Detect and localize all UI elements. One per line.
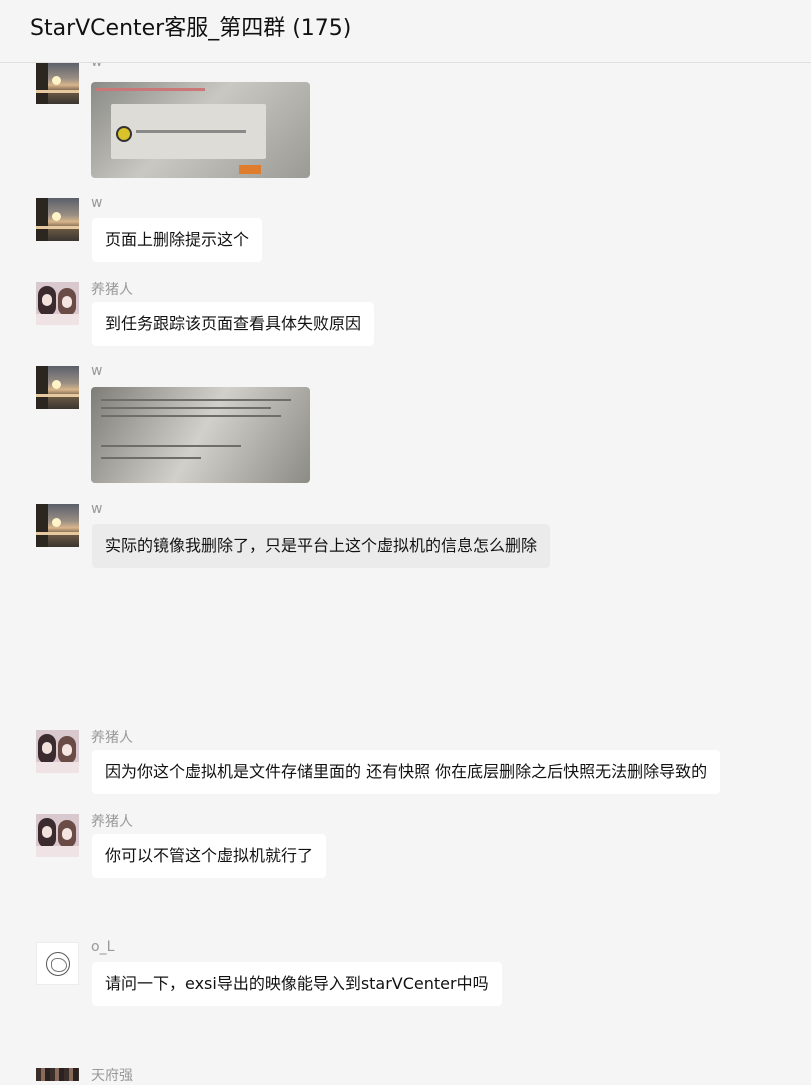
message-bubble[interactable]: 请问一下，exsi导出的映像能导入到starVCenter中吗 xyxy=(92,962,502,1006)
avatar[interactable] xyxy=(36,198,79,241)
avatar[interactable] xyxy=(36,1068,79,1081)
sender-name: 养猪人 xyxy=(91,814,133,830)
avatar[interactable] xyxy=(36,942,79,985)
avatar[interactable] xyxy=(36,504,79,547)
avatar[interactable] xyxy=(36,366,79,409)
sender-name: w xyxy=(91,501,103,517)
sender-name: 养猪人 xyxy=(91,730,133,746)
image-message[interactable] xyxy=(91,387,310,483)
avatar[interactable] xyxy=(36,814,79,857)
message-bubble[interactable]: 你可以不管这个虚拟机就行了 xyxy=(92,834,327,878)
avatar[interactable] xyxy=(36,282,79,325)
chat-title: StarVCenter客服_第四群 (175) xyxy=(30,16,352,41)
avatar[interactable] xyxy=(36,62,79,104)
image-message[interactable] xyxy=(91,82,310,178)
avatar[interactable] xyxy=(36,730,79,773)
sender-name: w xyxy=(91,195,103,211)
message-bubble[interactable]: 因为你这个虚拟机是文件存储里面的 还有快照 你在底层删除之后快照无法删除导致的 xyxy=(92,750,721,794)
sender-name: o_L xyxy=(91,939,115,955)
sender-name: w xyxy=(91,363,103,379)
message-bubble[interactable]: 实际的镜像我删除了，只是平台上这个虚拟机的信息怎么删除 xyxy=(92,524,551,568)
chat-history: w w 页面上删除提示这个 养猪人 到任务跟踪该页面查看具体失败原因 w xyxy=(0,0,811,1084)
chat-header: StarVCenter客服_第四群 (175) xyxy=(0,0,811,63)
message-bubble[interactable]: 页面上删除提示这个 xyxy=(92,218,263,262)
sender-name: 天府强 xyxy=(91,1068,133,1084)
sender-name: 养猪人 xyxy=(91,282,133,298)
message-bubble[interactable]: 到任务跟踪该页面查看具体失败原因 xyxy=(92,302,375,346)
